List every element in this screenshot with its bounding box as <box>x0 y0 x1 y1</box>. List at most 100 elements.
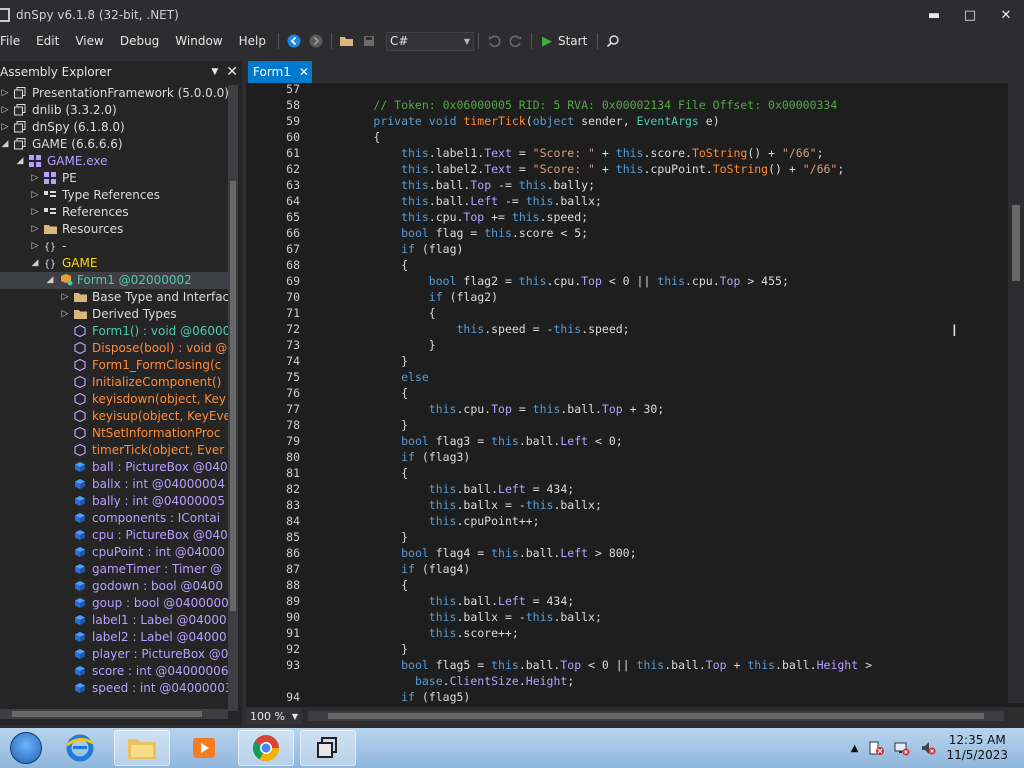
tree-node[interactable]: ballx : int @04000004 <box>0 476 228 493</box>
tree-node[interactable]: godown : bool @0400 <box>0 578 228 595</box>
tree-node[interactable]: gameTimer : Timer @ <box>0 561 228 578</box>
tree-node[interactable]: label1 : Label @04000 <box>0 612 228 629</box>
tree-node[interactable]: ▷ References <box>0 204 228 221</box>
taskbar-file-explorer[interactable] <box>114 730 170 766</box>
expand-arrow-icon[interactable]: ▷ <box>30 170 40 187</box>
scrollbar-thumb[interactable] <box>328 713 984 719</box>
tree-vertical-scrollbar[interactable] <box>228 85 238 711</box>
network-icon[interactable] <box>894 740 910 756</box>
editor-horizontal-scrollbar[interactable] <box>308 711 1004 721</box>
expand-arrow-icon[interactable]: ▷ <box>60 306 70 323</box>
minimize-button[interactable]: ▬ <box>916 0 952 30</box>
tree-node[interactable]: cpu : PictureBox @040 <box>0 527 228 544</box>
menu-file[interactable]: File <box>0 30 28 52</box>
expand-arrow-icon[interactable]: ▷ <box>30 238 40 255</box>
taskbar-chrome[interactable] <box>238 730 294 766</box>
tree-node[interactable]: score : int @04000006 <box>0 663 228 680</box>
scrollbar-thumb[interactable] <box>230 181 236 611</box>
start-button[interactable]: ▶ Start <box>536 34 593 49</box>
tree-node[interactable]: label2 : Label @04000 <box>0 629 228 646</box>
tree-node[interactable]: ▷ dnSpy (6.1.8.0) <box>0 119 228 136</box>
tree-node[interactable]: ▷ dnlib (3.3.2.0) <box>0 102 228 119</box>
taskbar-media-player[interactable] <box>176 730 232 766</box>
tree-node[interactable]: Dispose(bool) : void @ <box>0 340 228 357</box>
code-lines: 57 58 // Token: 0x06000005 RID: 5 RVA: 0x… <box>246 83 1006 707</box>
collapse-arrow-icon[interactable]: ◢ <box>0 136 10 153</box>
taskbar-internet-explorer[interactable] <box>52 730 108 766</box>
menu-edit[interactable]: Edit <box>28 30 67 52</box>
volume-muted-icon[interactable] <box>920 740 936 756</box>
tree-node[interactable]: ▷ {} - <box>0 238 228 255</box>
windows-start-button[interactable] <box>6 730 46 766</box>
save-all-icon <box>363 36 374 46</box>
tree-node[interactable]: ball : PictureBox @040 <box>0 459 228 476</box>
action-center-icon[interactable] <box>868 740 885 756</box>
menu-debug[interactable]: Debug <box>112 30 167 52</box>
tree-node[interactable]: keyisdown(object, Key <box>0 391 228 408</box>
expand-arrow-icon[interactable]: ▷ <box>30 204 40 221</box>
maximize-button[interactable]: □ <box>952 0 988 30</box>
tree-node[interactable]: ◢ {} GAME <box>0 255 228 272</box>
tree-node[interactable]: Form1() : void @06000 <box>0 323 228 340</box>
tree-node[interactable]: Form1_FormClosing(c <box>0 357 228 374</box>
tab-close-icon[interactable]: ✕ <box>299 65 309 79</box>
collapse-arrow-icon[interactable]: ◢ <box>15 153 25 170</box>
assembly-icon <box>14 121 26 133</box>
save-button[interactable] <box>358 30 380 52</box>
redo-button[interactable] <box>505 30 527 52</box>
menu-help[interactable]: Help <box>231 30 274 52</box>
collapse-arrow-icon[interactable]: ◢ <box>45 272 55 289</box>
expand-arrow-icon[interactable]: ▷ <box>0 102 10 119</box>
tree-node[interactable]: ▷ Resources <box>0 221 228 238</box>
language-select[interactable]: C# ▼ <box>385 31 474 51</box>
tree-node[interactable]: timerTick(object, Ever <box>0 442 228 459</box>
tree-node[interactable]: keyisup(object, KeyEve <box>0 408 228 425</box>
expand-arrow-icon[interactable]: ▷ <box>30 221 40 238</box>
tree-node[interactable]: ▷ Type References <box>0 187 228 204</box>
editor-vertical-scrollbar[interactable] <box>1008 83 1024 703</box>
tree-node[interactable]: ▷ Derived Types <box>0 306 228 323</box>
tree-node[interactable]: components : IContai <box>0 510 228 527</box>
expand-arrow-icon[interactable]: ▷ <box>0 119 10 136</box>
code-editor[interactable]: 57 58 // Token: 0x06000005 RID: 5 RVA: 0x… <box>246 83 1024 707</box>
tree-node[interactable]: ◢ GAME.exe <box>0 153 228 170</box>
expand-arrow-icon[interactable]: ▷ <box>0 85 10 102</box>
zoom-select[interactable]: 100 % ▼ <box>246 708 302 724</box>
tree-node[interactable]: player : PictureBox @0 <box>0 646 228 663</box>
tree-node[interactable]: goup : bool @0400000 <box>0 595 228 612</box>
panel-close-icon[interactable]: ✕ <box>226 64 238 80</box>
forward-button[interactable] <box>305 30 327 52</box>
scrollbar-thumb[interactable] <box>1012 205 1020 281</box>
method-icon <box>74 358 86 372</box>
undo-button[interactable] <box>483 30 505 52</box>
typeref-icon <box>44 189 56 201</box>
clock[interactable]: 12:35 AM 11/5/2023 <box>946 733 1008 763</box>
menu-view[interactable]: View <box>67 30 111 52</box>
open-button[interactable] <box>336 30 358 52</box>
close-button[interactable]: ✕ <box>988 0 1024 30</box>
tree-node[interactable]: ▷ PresentationFramework (5.0.0.0) <box>0 85 228 102</box>
toolbar-separator <box>277 33 279 49</box>
tab-form1[interactable]: Form1 ✕ <box>248 61 312 83</box>
tree-horizontal-scrollbar[interactable] <box>0 709 228 719</box>
tree-node[interactable]: ▷ Base Type and Interfac <box>0 289 228 306</box>
tree-node[interactable]: ◢ GAME (6.6.6.6) <box>0 136 228 153</box>
tree-node[interactable]: cpuPoint : int @04000 <box>0 544 228 561</box>
expand-arrow-icon[interactable]: ▷ <box>30 187 40 204</box>
code-text: { <box>318 306 436 320</box>
menu-window[interactable]: Window <box>167 30 230 52</box>
expand-arrow-icon[interactable]: ▷ <box>60 289 70 306</box>
scrollbar-thumb[interactable] <box>12 711 202 717</box>
search-button[interactable] <box>602 30 624 52</box>
back-button[interactable] <box>283 30 305 52</box>
tree-node[interactable]: speed : int @04000003 <box>0 680 228 697</box>
tree-node[interactable]: InitializeComponent() <box>0 374 228 391</box>
tree-node[interactable]: ◢ Form1 @02000002 <box>0 272 228 289</box>
tree-node[interactable]: ▷ PE <box>0 170 228 187</box>
collapse-arrow-icon[interactable]: ◢ <box>30 255 40 272</box>
panel-menu-icon[interactable]: ▼ <box>211 67 218 77</box>
tree-node[interactable]: NtSetInformationProc <box>0 425 228 442</box>
show-hidden-icons-icon[interactable]: ▲ <box>851 743 859 754</box>
tree-node[interactable]: bally : int @04000005 <box>0 493 228 510</box>
taskbar-dnspy[interactable] <box>300 730 356 766</box>
